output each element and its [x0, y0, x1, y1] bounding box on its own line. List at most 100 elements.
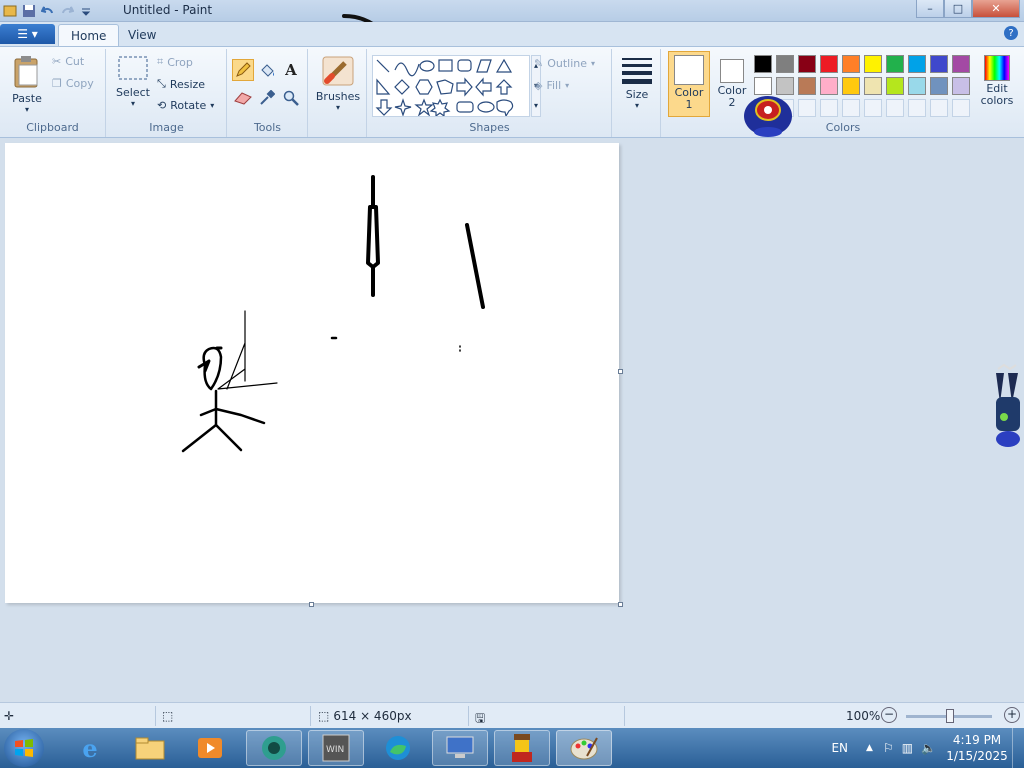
taskbar-app-4[interactable]: [246, 730, 302, 766]
clock[interactable]: 4:19 PM 1/15/2025: [942, 732, 1012, 764]
palette-swatch[interactable]: [820, 77, 838, 95]
show-desktop-button[interactable]: [1012, 728, 1024, 768]
palette-swatch[interactable]: [952, 55, 970, 73]
maximize-button[interactable]: □: [944, 0, 972, 18]
taskbar-internet-explorer[interactable]: e: [62, 730, 118, 766]
brushes-button[interactable]: Brushes ▾: [315, 55, 361, 117]
palette-swatch[interactable]: [930, 55, 948, 73]
tab-view[interactable]: View: [116, 24, 168, 46]
select-button[interactable]: Select ▾: [113, 55, 153, 117]
taskbar-app-7[interactable]: [432, 730, 488, 766]
palette-swatch[interactable]: [798, 55, 816, 73]
taskbar-paint[interactable]: [556, 730, 612, 766]
crop-button[interactable]: ⌗ Crop: [157, 55, 193, 69]
palette-swatch[interactable]: [864, 55, 882, 73]
palette-swatch[interactable]: [842, 77, 860, 95]
stick-figure-arms: [199, 407, 266, 425]
action-center-icon[interactable]: ⚐: [883, 741, 894, 755]
network-icon[interactable]: ▥: [902, 741, 913, 755]
taskbar-file-explorer[interactable]: [122, 730, 178, 766]
magnifier-tool[interactable]: [280, 87, 302, 109]
select-label: Select: [116, 86, 150, 99]
color1-label: Color 1: [674, 86, 704, 111]
windows-logo-icon: [15, 739, 33, 757]
app-menu-icon[interactable]: [2, 3, 18, 19]
color1-button[interactable]: Color 1: [668, 51, 710, 117]
zoom-out-button[interactable]: −: [881, 707, 897, 723]
green-circle-app-icon: [262, 736, 286, 760]
text-tool[interactable]: A: [280, 59, 302, 81]
start-button[interactable]: [4, 729, 44, 767]
size-label: Size: [625, 88, 649, 101]
fill-icon: ◈: [534, 79, 543, 92]
palette-swatch[interactable]: [908, 99, 926, 117]
fill-tool[interactable]: [256, 59, 278, 81]
minimize-button[interactable]: –: [916, 0, 944, 18]
colors-group: Color 1 Color 2 Edit colors Colors: [662, 49, 1024, 137]
palette-swatch[interactable]: [820, 55, 838, 73]
resize-button[interactable]: ⤡ Resize: [157, 77, 205, 91]
help-icon[interactable]: ?: [1004, 26, 1018, 40]
zoom-slider-thumb[interactable]: [946, 709, 954, 723]
file-menu-button[interactable]: ☰ ▾: [0, 24, 55, 44]
scissors-icon: ✂: [52, 55, 62, 68]
palette-swatch[interactable]: [908, 55, 926, 73]
ribbon: Paste ▾ ✂ Cut ❐ Copy Clipboard Select ▾ …: [0, 46, 1024, 138]
save-icon[interactable]: [21, 3, 37, 19]
palette-swatch[interactable]: [798, 77, 816, 95]
taskbar-lego-app[interactable]: [494, 730, 550, 766]
palette-swatch[interactable]: [842, 99, 860, 117]
drawing-canvas[interactable]: [5, 143, 619, 603]
language-indicator[interactable]: EN: [831, 741, 848, 755]
quick-access-toolbar: [2, 2, 94, 20]
palette-swatch[interactable]: [952, 99, 970, 117]
taskbar-edge[interactable]: [370, 730, 426, 766]
taskbar-app-5[interactable]: WIN: [308, 730, 364, 766]
palette-swatch[interactable]: [930, 99, 948, 117]
copy-label: Copy: [65, 77, 94, 90]
palette-swatch[interactable]: [754, 55, 772, 73]
outline-button[interactable]: ✎ Outline ▾: [534, 57, 595, 70]
palette-swatch[interactable]: [886, 55, 904, 73]
palette-swatch[interactable]: [864, 99, 882, 117]
status-bar: ✛ ⬚ ⬚ 614 × 460px 🖫 100% − +: [0, 702, 1024, 728]
size-button[interactable]: Size ▾: [617, 55, 657, 117]
close-button[interactable]: ✕: [972, 0, 1020, 18]
brushes-group: Brushes ▾: [309, 49, 367, 137]
zoom-slider[interactable]: [906, 709, 992, 723]
edit-colors-button[interactable]: Edit colors: [974, 53, 1020, 119]
palette-swatch[interactable]: [798, 99, 816, 117]
paste-label: Paste: [12, 92, 42, 105]
cut-button[interactable]: ✂ Cut: [52, 55, 84, 68]
palette-swatch[interactable]: [886, 77, 904, 95]
palette-swatch[interactable]: [864, 77, 882, 95]
customize-icon[interactable]: [78, 3, 94, 19]
outline-label: Outline: [547, 57, 588, 70]
palette-swatch[interactable]: [820, 99, 838, 117]
redo-icon[interactable]: [59, 3, 75, 19]
palette-swatch[interactable]: [776, 55, 794, 73]
palette-swatch[interactable]: [842, 55, 860, 73]
pencil-tool[interactable]: [232, 59, 254, 81]
palette-swatch[interactable]: [952, 77, 970, 95]
palette-swatch[interactable]: [886, 99, 904, 117]
zoom-in-button[interactable]: +: [1004, 707, 1020, 723]
resize-handle-bottom[interactable]: [309, 602, 314, 607]
canvas-size-text: 614 × 460px: [333, 709, 412, 723]
volume-icon[interactable]: 🔈: [921, 741, 936, 755]
undo-icon[interactable]: [40, 3, 56, 19]
show-hidden-icons-icon[interactable]: ▲: [866, 743, 873, 753]
eraser-tool[interactable]: [232, 87, 254, 109]
rotate-button[interactable]: ⟲ Rotate ▾: [157, 99, 214, 112]
palette-swatch[interactable]: [908, 77, 926, 95]
shapes-gallery[interactable]: [372, 55, 530, 117]
palette-swatch[interactable]: [930, 77, 948, 95]
copy-button[interactable]: ❐ Copy: [52, 77, 94, 90]
fill-button[interactable]: ◈ Fill ▾: [534, 79, 569, 92]
tab-home[interactable]: Home: [58, 24, 120, 46]
color-picker-tool[interactable]: [256, 87, 278, 109]
taskbar-media-player[interactable]: [182, 730, 238, 766]
paste-button[interactable]: Paste ▾: [8, 53, 46, 119]
resize-handle-corner[interactable]: [618, 602, 623, 607]
resize-handle-right[interactable]: [618, 369, 623, 374]
